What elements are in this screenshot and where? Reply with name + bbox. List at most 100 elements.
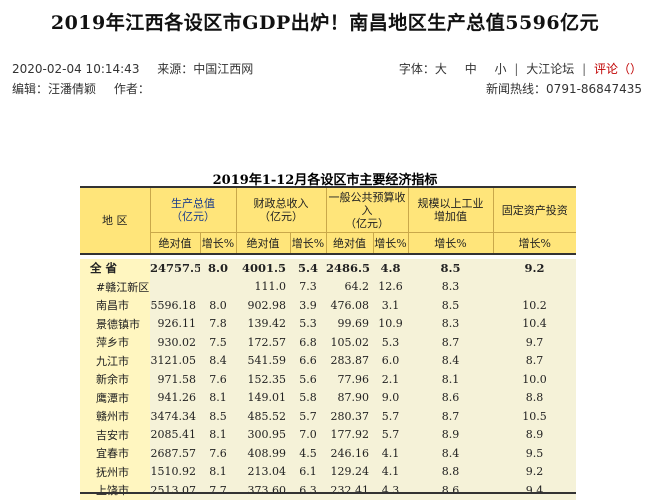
value-cell-fiscal-g: 6.1 bbox=[290, 462, 326, 481]
article-meta-line-1: 2020-02-04 10:14:43 来源：中国江西网 字体：大 中 小 | … bbox=[12, 60, 642, 77]
value-cell-industry-g: 8.8 bbox=[408, 462, 493, 481]
value-cell-budget-g: 10.9 bbox=[373, 314, 408, 333]
district-cell: 鹰潭市 bbox=[80, 388, 150, 407]
district-cell: 抚州市 bbox=[80, 462, 150, 481]
subheader-cell: 绝对值 bbox=[326, 232, 374, 255]
value-cell-budget-g: 4.3 bbox=[373, 481, 408, 500]
table-row: 新余市 971.58 7.6 152.35 5.6 77.96 2.1 8.1 10.0 bbox=[80, 370, 576, 389]
comment-link[interactable]: 评论（） bbox=[594, 60, 642, 77]
value-cell-budget: 476.08 bbox=[326, 296, 373, 315]
table-row: 宜春市 2687.57 7.6 408.99 4.5 246.16 4.1 8.4 9.5 bbox=[80, 444, 576, 463]
value-cell-fiscal: 172.57 bbox=[236, 333, 290, 352]
hotline: 新闻热线：0791-86847435 bbox=[486, 82, 642, 96]
value-cell-industry-g: 8.6 bbox=[408, 388, 493, 407]
value-cell-fiscal: 111.0 bbox=[236, 277, 290, 296]
table-row: 抚州市 1510.92 8.1 213.04 6.1 129.24 4.1 8.8 9.2 bbox=[80, 462, 576, 481]
value-cell-fiscal: 485.52 bbox=[236, 407, 290, 426]
value-cell-industry-g: 8.1 bbox=[408, 370, 493, 389]
value-cell-gdp: 3121.05 bbox=[150, 351, 200, 370]
value-cell-fiscal-g: 5.8 bbox=[290, 388, 326, 407]
value-cell-budget-g: 9.0 bbox=[373, 388, 408, 407]
divider: | bbox=[514, 62, 519, 76]
value-cell-fiscal-g: 3.9 bbox=[290, 296, 326, 315]
value-cell-budget-g: 3.1 bbox=[373, 296, 408, 315]
value-cell-industry-g: 8.4 bbox=[408, 351, 493, 370]
district-cell: 景德镇市 bbox=[80, 314, 150, 333]
value-cell-fiscal-g: 7.0 bbox=[290, 425, 326, 444]
value-cell-fiscal: 152.35 bbox=[236, 370, 290, 389]
value-cell-industry-g: 8.9 bbox=[408, 425, 493, 444]
article-headline: 2019年江西各设区市GDP出炉！南昌地区生产总值5596亿元 bbox=[50, 12, 600, 34]
header-budget: 一般公共预算收 入 （亿元） bbox=[326, 186, 409, 233]
value-cell-invest-g: 9.2 bbox=[493, 259, 576, 278]
subheader-cell: 绝对值 bbox=[150, 232, 201, 255]
value-cell-gdp: 3474.34 bbox=[150, 407, 200, 426]
value-cell-budget: 283.87 bbox=[326, 351, 373, 370]
value-cell-industry-g: 8.7 bbox=[408, 407, 493, 426]
value-cell-budget-g: 6.0 bbox=[373, 351, 408, 370]
value-cell-industry-g: 8.3 bbox=[408, 277, 493, 296]
publish-datetime: 2020-02-04 10:14:43 bbox=[12, 62, 140, 76]
article-tools: 字体：大 中 小 | 大江论坛 | 评论（） bbox=[399, 60, 642, 77]
value-cell-industry-g: 8.5 bbox=[408, 259, 493, 278]
value-cell-fiscal: 4001.5 bbox=[236, 259, 290, 278]
value-cell-fiscal-g: 4.5 bbox=[290, 444, 326, 463]
table-subheader-row: 绝对值 增长% 绝对值 增长% 绝对值 增长% 增长% 增长% bbox=[80, 232, 576, 255]
subheader-cell: 增长% bbox=[493, 232, 576, 255]
value-cell-gdp: 5596.18 bbox=[150, 296, 200, 315]
table-row: 吉安市 2085.41 8.1 300.95 7.0 177.92 5.7 8.9 8.9 bbox=[80, 425, 576, 444]
table-header-row: 地 区 生产总值 （亿元） 财政总收入 （亿元） 一般公共预算收 入 （亿元） … bbox=[80, 186, 576, 255]
value-cell-fiscal-g: 6.3 bbox=[290, 481, 326, 500]
value-cell-gdp: 926.11 bbox=[150, 314, 200, 333]
district-cell: 赣州市 bbox=[80, 407, 150, 426]
value-cell-gdp-g: 7.8 bbox=[200, 314, 236, 333]
value-cell-invest-g: 10.2 bbox=[493, 296, 576, 315]
font-large-link[interactable]: 大 bbox=[435, 60, 447, 77]
subheader-cell: 增长% bbox=[200, 232, 237, 255]
district-cell: #赣江新区 bbox=[80, 277, 150, 296]
header-industry: 规模以上工业 增加值 bbox=[408, 186, 494, 233]
subheader-cell: 增长% bbox=[290, 232, 327, 255]
value-cell-budget-g: 4.1 bbox=[373, 444, 408, 463]
value-cell-invest-g: 9.5 bbox=[493, 444, 576, 463]
district-cell: 萍乡市 bbox=[80, 333, 150, 352]
value-cell-invest-g: 10.4 bbox=[493, 314, 576, 333]
value-cell-gdp-g: 7.5 bbox=[200, 333, 236, 352]
value-cell-budget: 77.96 bbox=[326, 370, 373, 389]
forum-link[interactable]: 大江论坛 bbox=[526, 60, 574, 77]
value-cell-fiscal-g: 5.7 bbox=[290, 407, 326, 426]
value-cell-gdp-g: 8.0 bbox=[200, 296, 236, 315]
subheader-cell: 增长% bbox=[408, 232, 494, 255]
value-cell-industry-g: 8.4 bbox=[408, 444, 493, 463]
value-cell-budget: 2486.5 bbox=[326, 259, 373, 278]
value-cell-budget: 246.16 bbox=[326, 444, 373, 463]
font-medium-link[interactable]: 中 bbox=[465, 60, 477, 77]
value-cell-fiscal-g: 6.8 bbox=[290, 333, 326, 352]
value-cell-budget-g: 4.8 bbox=[373, 259, 408, 278]
table-row: 南昌市 5596.18 8.0 902.98 3.9 476.08 3.1 8.5 10.2 bbox=[80, 296, 576, 315]
value-cell-invest-g: 8.7 bbox=[493, 351, 576, 370]
author-label: 作者： bbox=[113, 82, 150, 96]
header-gdp: 生产总值 （亿元） bbox=[150, 186, 237, 233]
value-cell-invest-g: 9.4 bbox=[493, 481, 576, 500]
value-cell-budget: 129.24 bbox=[326, 462, 373, 481]
district-cell: 九江市 bbox=[80, 351, 150, 370]
font-small-link[interactable]: 小 bbox=[495, 60, 507, 77]
value-cell-gdp: 2085.41 bbox=[150, 425, 200, 444]
value-cell-industry-g: 8.5 bbox=[408, 296, 493, 315]
value-cell-gdp: 941.26 bbox=[150, 388, 200, 407]
value-cell-gdp: 1510.92 bbox=[150, 462, 200, 481]
economic-indicators-table: 地 区 生产总值 （亿元） 财政总收入 （亿元） 一般公共预算收 入 （亿元） … bbox=[80, 186, 576, 500]
header-district: 地 区 bbox=[80, 186, 151, 255]
value-cell-gdp-g: 8.0 bbox=[200, 259, 236, 278]
value-cell-fiscal: 408.99 bbox=[236, 444, 290, 463]
subheader-cell: 增长% bbox=[373, 232, 409, 255]
value-cell-budget: 64.2 bbox=[326, 277, 373, 296]
table-row: 鹰潭市 941.26 8.1 149.01 5.8 87.90 9.0 8.6 8.8 bbox=[80, 388, 576, 407]
value-cell-fiscal: 139.42 bbox=[236, 314, 290, 333]
table-row: 萍乡市 930.02 7.5 172.57 6.8 105.02 5.3 8.7 9.7 bbox=[80, 333, 576, 352]
value-cell-fiscal: 300.95 bbox=[236, 425, 290, 444]
value-cell-budget: 232.41 bbox=[326, 481, 373, 500]
value-cell-budget: 99.69 bbox=[326, 314, 373, 333]
value-cell-invest-g: 10.0 bbox=[493, 370, 576, 389]
